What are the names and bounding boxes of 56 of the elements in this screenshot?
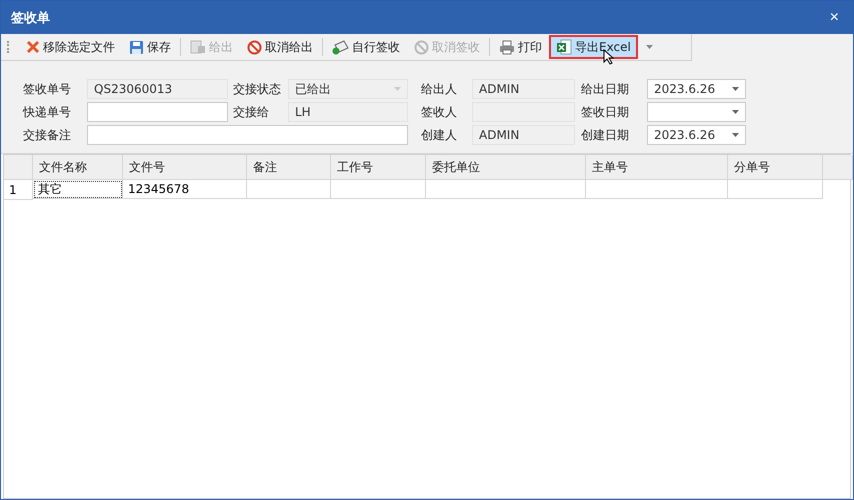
toolbar-button[interactable]: 移除选定文件	[19, 35, 122, 59]
field-label: 签收人	[420, 104, 458, 120]
dropdown-field[interactable]: 2023.6.26	[647, 125, 746, 145]
table-cell[interactable]	[247, 180, 331, 199]
prohibited-icon	[247, 40, 262, 54]
dropdown-arrow-icon[interactable]	[732, 133, 739, 137]
window-title: 签收单	[11, 10, 50, 26]
input-field[interactable]: QS23060013	[87, 79, 228, 99]
printer-icon	[499, 40, 515, 54]
input-field[interactable]: ADMIN	[472, 125, 575, 145]
document-icon	[190, 40, 206, 54]
column-header[interactable]: 主单号	[586, 155, 728, 180]
column-header[interactable]: 分单号	[728, 155, 823, 180]
field-label: 交接给	[232, 104, 270, 120]
field-label: 给出人	[420, 80, 458, 98]
spreadsheet-icon	[556, 39, 572, 55]
column-header[interactable]: 工作号	[331, 155, 426, 180]
table-cell[interactable]: 12345678	[123, 180, 247, 199]
field-label: 交接备注	[23, 126, 72, 144]
envelope-icon	[332, 40, 349, 54]
field-label: 签收日期	[580, 104, 630, 120]
row-number: 1	[4, 180, 33, 200]
toolbar-grip[interactable]	[7, 41, 11, 53]
field-label: 给出日期	[580, 80, 630, 98]
column-header[interactable]: 委托单位	[426, 155, 586, 180]
dropdown-field[interactable]: 2023.6.26	[647, 79, 746, 99]
dropdown-field[interactable]	[647, 102, 746, 122]
table-cell[interactable]	[331, 180, 426, 199]
field-label: 创建日期	[580, 126, 630, 144]
input-field[interactable]	[87, 125, 408, 145]
toolbar-button[interactable]: 自行签收	[325, 35, 407, 59]
input-field[interactable]	[87, 102, 228, 122]
table-cell[interactable]: 其它	[33, 180, 123, 199]
dropdown-arrow-icon[interactable]	[732, 87, 739, 91]
dropdown-field[interactable]: 已给出	[288, 79, 408, 99]
field-label: 交接状态	[232, 80, 282, 98]
table-cell[interactable]	[586, 180, 728, 199]
prohibited-icon	[414, 40, 429, 54]
toolbar-button[interactable]: 保存	[122, 35, 178, 59]
field-label: 创建人	[420, 126, 458, 144]
toolbar-button[interactable]: 打印	[492, 35, 549, 59]
dropdown-arrow-icon[interactable]	[732, 110, 739, 114]
input-field[interactable]: ADMIN	[472, 79, 575, 99]
dropdown-caret-icon[interactable]	[646, 45, 653, 49]
toolbar-button[interactable]: 取消给出	[240, 35, 320, 59]
column-header[interactable]: 文件号	[123, 155, 247, 180]
column-header[interactable]: 文件名称	[33, 155, 123, 180]
input-field[interactable]: LH	[288, 102, 408, 122]
delete-icon	[26, 40, 40, 54]
table-cell[interactable]	[728, 180, 823, 199]
table-cell[interactable]	[426, 180, 586, 199]
save-icon	[129, 40, 144, 54]
field-label: 签收单号	[23, 80, 72, 98]
column-header[interactable]: 备注	[247, 155, 331, 180]
close-button[interactable]: ×	[826, 8, 843, 26]
field-label: 快递单号	[23, 104, 72, 120]
